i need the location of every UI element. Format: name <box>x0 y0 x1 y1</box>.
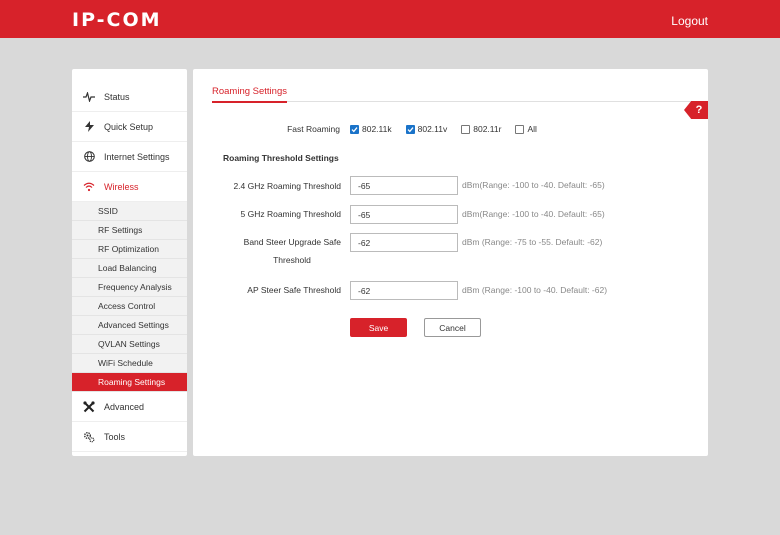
tools-icon <box>82 400 96 414</box>
sidebar-item-status[interactable]: Status <box>72 82 187 112</box>
submenu-item-wifi-schedule[interactable]: WiFi Schedule <box>72 354 187 373</box>
hint-ap-steer: dBm (Range: -100 to -40. Default: -62) <box>462 285 608 295</box>
submenu-item-advanced-settings[interactable]: Advanced Settings <box>72 316 187 335</box>
help-icon[interactable]: ? <box>684 101 708 119</box>
hint-band-steer: dBm (Range: -75 to -55. Default: -62) <box>462 237 603 247</box>
sidebar: Status Quick Setup Internet Settings Wir… <box>72 69 187 456</box>
label-line: Threshold <box>273 255 311 265</box>
pulse-icon <box>82 90 96 104</box>
input-band-steer-threshold[interactable] <box>350 233 458 252</box>
submenu-item-frequency-analysis[interactable]: Frequency Analysis <box>72 278 187 297</box>
checkbox-label: All <box>527 124 537 134</box>
sidebar-item-quick-setup[interactable]: Quick Setup <box>72 112 187 142</box>
section-title: Roaming Threshold Settings <box>223 153 339 163</box>
checkbox-box <box>461 124 471 134</box>
lightning-icon <box>82 120 96 134</box>
checkbox-label: 802.11v <box>417 124 448 134</box>
sidebar-item-label: Status <box>104 91 130 102</box>
submenu-item-access-control[interactable]: Access Control <box>72 297 187 316</box>
top-bar: IP-COM Logout <box>0 0 780 38</box>
check-icon <box>350 124 359 134</box>
globe-icon <box>82 150 96 164</box>
wireless-submenu: SSID RF Settings RF Optimization Load Ba… <box>72 202 187 392</box>
submenu-item-roaming-settings[interactable]: Roaming Settings <box>72 373 187 392</box>
input-5ghz-threshold[interactable] <box>350 205 458 224</box>
checkbox-label: 802.11k <box>362 124 392 134</box>
logout-link[interactable]: Logout <box>671 14 708 28</box>
sidebar-item-internet-settings[interactable]: Internet Settings <box>72 142 187 172</box>
checkbox-box <box>515 124 525 134</box>
check-icon <box>405 124 415 134</box>
submenu-item-rf-optimization[interactable]: RF Optimization <box>72 240 187 259</box>
submenu-item-qvlan-settings[interactable]: QVLAN Settings <box>72 335 187 354</box>
sidebar-item-wireless[interactable]: Wireless <box>72 172 187 202</box>
fast-roaming-options: 802.11k 802.11v 802.11r All <box>350 124 551 134</box>
checkbox-80211k[interactable]: 802.11k <box>350 124 392 134</box>
field-label-ap-steer: AP Steer Safe Threshold <box>247 285 341 295</box>
wifi-icon <box>82 180 96 194</box>
save-button[interactable]: Save <box>350 318 407 337</box>
sidebar-item-label: Tools <box>104 431 126 442</box>
tab-roaming-settings[interactable]: Roaming Settings <box>212 86 287 103</box>
logo: IP-COM <box>72 9 162 31</box>
submenu-item-load-balancing[interactable]: Load Balancing <box>72 259 187 278</box>
checkbox-80211r[interactable]: 802.11r <box>461 124 501 134</box>
checkbox-all[interactable]: All <box>515 124 537 134</box>
sidebar-item-advanced[interactable]: Advanced <box>72 392 187 422</box>
hint-24ghz: dBm(Range: -100 to -40. Default: -65) <box>462 180 605 190</box>
submenu-item-rf-settings[interactable]: RF Settings <box>72 221 187 240</box>
hint-5ghz: dBm(Range: -100 to -40. Default: -65) <box>462 209 605 219</box>
fast-roaming-label: Fast Roaming <box>287 124 340 134</box>
field-label-24ghz: 2.4 GHz Roaming Threshold <box>233 181 341 191</box>
sidebar-item-label: Wireless <box>104 181 139 192</box>
checkbox-80211v[interactable]: 802.11v <box>405 124 448 134</box>
input-24ghz-threshold[interactable] <box>350 176 458 195</box>
input-ap-steer-threshold[interactable] <box>350 281 458 300</box>
gears-icon <box>82 430 96 444</box>
sidebar-item-tools[interactable]: Tools <box>72 422 187 452</box>
field-label-band-steer: Band Steer Upgrade Safe Threshold <box>213 233 341 269</box>
sidebar-item-label: Advanced <box>104 401 145 412</box>
sidebar-item-label: Internet Settings <box>104 151 170 162</box>
main-panel: Roaming Settings ? Fast Roaming 802.11k … <box>193 69 708 456</box>
label-line: Band Steer Upgrade Safe <box>243 237 341 247</box>
submenu-item-ssid[interactable]: SSID <box>72 202 187 221</box>
cancel-button[interactable]: Cancel <box>424 318 481 337</box>
sidebar-item-label: Quick Setup <box>104 121 154 132</box>
checkbox-label: 802.11r <box>473 124 502 134</box>
field-label-5ghz: 5 GHz Roaming Threshold <box>240 209 341 219</box>
